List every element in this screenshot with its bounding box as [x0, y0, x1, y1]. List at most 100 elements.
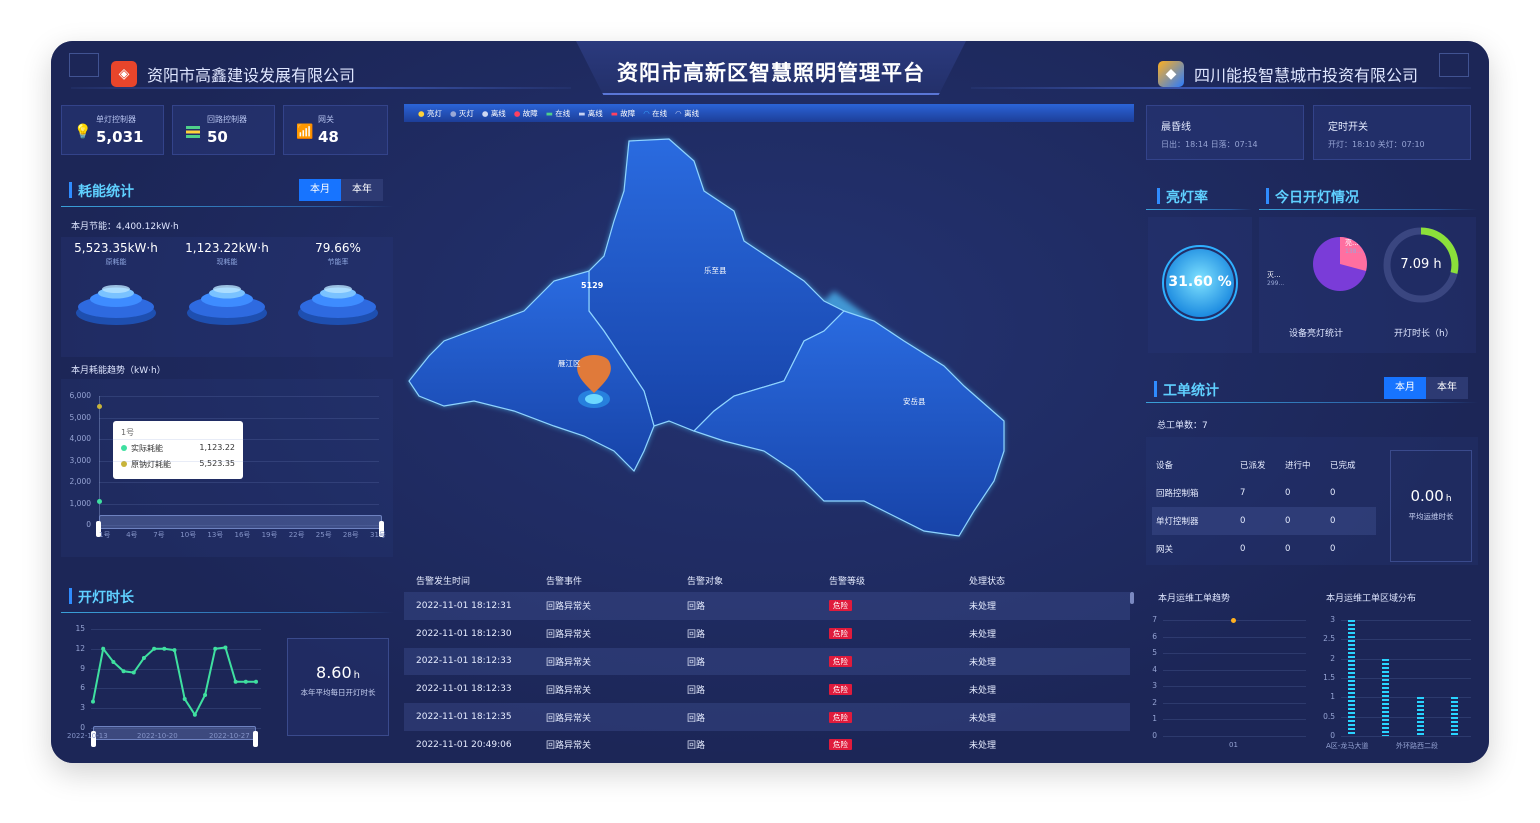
alarm-cell: 2022-11-01 18:12:33: [416, 684, 512, 695]
tab-year[interactable]: 本年: [1426, 377, 1468, 399]
workorder-cell: 网关: [1156, 545, 1174, 555]
tab-month[interactable]: 本月: [299, 179, 341, 201]
lighting-point: [223, 645, 228, 650]
dist-bar[interactable]: [1382, 658, 1389, 736]
alarm-row[interactable]: 2022-11-01 20:49:06 回路异常关 回路 危险 未处理: [404, 731, 1130, 759]
workorder-cell: 7: [1240, 488, 1246, 498]
alarm-row[interactable]: 2022-11-01 18:12:30 回路异常关 回路 危险 未处理: [404, 620, 1130, 648]
wo-trend-title: 本月运维工单趋势: [1158, 594, 1231, 604]
legend-item[interactable]: ▬ 故障: [611, 108, 635, 119]
legend-item[interactable]: ● 故障: [514, 108, 538, 119]
workorder-header: 设备 已派发 进行中 已完成: [1152, 451, 1376, 479]
alarm-cell: 危险: [829, 655, 969, 667]
energy-panel-title: 耗能统计: [69, 181, 134, 201]
danger-badge: 危险: [829, 655, 852, 667]
grid-line: [1341, 658, 1471, 660]
workorder-row[interactable]: 网关 0 0 0: [1152, 535, 1376, 563]
bulb-icon: ●: [481, 108, 489, 118]
wo-dist-title: 本月运维工单区域分布: [1326, 594, 1417, 604]
legend-item[interactable]: ◠ 离线: [675, 108, 699, 119]
grid-line: [1163, 636, 1306, 638]
x-tick: 7号: [153, 531, 165, 539]
dashboard-frame: 资阳市高新区智慧照明管理平台 ◈ 资阳市高鑫建设发展有限公司 ◆ 四川能投智慧城…: [51, 41, 1489, 763]
alarm-cell: 回路: [687, 685, 706, 696]
alarm-scrollbar[interactable]: [1130, 592, 1134, 604]
danger-badge: 危险: [829, 739, 852, 751]
y-tick: 3,000: [69, 455, 91, 465]
x-tick: A区-龙马大道: [1326, 742, 1369, 750]
header-line-left: [71, 87, 571, 89]
zoom-slider[interactable]: [99, 515, 382, 529]
alarm-row[interactable]: 2022-11-01 18:12:33 回路异常关 回路 危险 未处理: [404, 675, 1130, 703]
col-header: 已完成: [1330, 461, 1356, 471]
lighting-point: [233, 679, 238, 684]
slider-handle-right[interactable]: [253, 731, 258, 747]
lighting-point: [254, 679, 258, 684]
workorder-row[interactable]: 单灯控制器 0 0 0: [1152, 507, 1376, 535]
alarm-row[interactable]: 2022-11-01 18:12:35 回路异常关 回路 危险 未处理: [404, 703, 1130, 731]
dist-bar[interactable]: [1451, 697, 1458, 736]
region-label-lezhi: 乐至县: [704, 266, 727, 275]
lighting-point: [131, 670, 136, 675]
header-line-right: [971, 87, 1471, 89]
legend-item[interactable]: ◠ 在线: [643, 108, 667, 119]
lighting-point: [162, 646, 167, 651]
company-logo-icon: ◆: [1158, 61, 1184, 87]
bulb-icon: ●: [449, 108, 457, 118]
tab-year[interactable]: 本年: [341, 179, 383, 201]
dist-bar[interactable]: [1348, 620, 1355, 736]
header: 资阳市高新区智慧照明管理平台 ◈ 资阳市高鑫建设发展有限公司 ◆ 四川能投智慧城…: [51, 41, 1489, 99]
legend-item[interactable]: ● 灭灯: [450, 108, 474, 119]
workorder-cell: 0: [1240, 544, 1246, 554]
col-header: 告警发生时间: [416, 576, 471, 587]
region-map[interactable]: [404, 131, 1114, 551]
title-underline: [61, 612, 393, 613]
legend-item[interactable]: ● 离线: [482, 108, 506, 119]
y-tick: 0: [1152, 731, 1157, 740]
col-header: 已派发: [1240, 461, 1266, 471]
y-tick: 5,000: [69, 412, 91, 422]
y-tick: 2,000: [69, 477, 91, 486]
legend-item[interactable]: ▬ 在线: [546, 108, 570, 119]
tab-month[interactable]: 本月: [1384, 377, 1426, 399]
timer-switch-box: 定时开关 开灯：18:10 关灯：07:10: [1313, 105, 1471, 160]
legend-item[interactable]: ● 亮灯: [418, 108, 442, 119]
map-marker-value[interactable]: 5129: [581, 281, 603, 290]
trend-title: 本月耗能趋势（kW·h）: [71, 366, 166, 376]
title-underline: [1259, 209, 1477, 210]
trend-point[interactable]: [1231, 618, 1236, 623]
grid-line: [1163, 669, 1306, 671]
chart-tooltip: 1号 实际耗能 1,123.22 原钠灯耗能 5,523.35: [113, 421, 243, 479]
grid-line: [99, 417, 379, 419]
device-pie-chart: [1313, 237, 1367, 291]
alarm-cell: 2022-11-01 18:12:33: [416, 656, 512, 667]
alarm-cell: 回路: [687, 602, 706, 613]
energy-card-original: 5,523.35kW·h 原耗能: [60, 241, 172, 327]
alarm-cell: 回路异常关: [546, 602, 592, 613]
dist-bar[interactable]: [1417, 697, 1424, 736]
workorder-cell: 0: [1285, 544, 1291, 554]
workorder-row[interactable]: 回路控制箱 7 0 0: [1152, 479, 1376, 507]
energy-card-current: 1,123.22kW·h 现耗能: [171, 241, 283, 327]
stat-value: 50: [207, 128, 228, 146]
today-lighting-title: 今日开灯情况: [1266, 187, 1359, 207]
point-actual[interactable]: [97, 498, 102, 504]
lighting-point: [152, 646, 157, 651]
x-tick: 外环路西二段: [1396, 742, 1438, 750]
alarm-row[interactable]: 2022-11-01 18:12:33 回路异常关 回路 危险 未处理: [404, 647, 1130, 676]
grid-line: [1163, 653, 1306, 655]
legend-item[interactable]: ▬ 离线: [578, 108, 602, 119]
alarm-row[interactable]: 2022-11-01 18:12:31 回路异常关 回路 危险 未处理: [404, 592, 1130, 620]
col-header: 设备: [1156, 461, 1174, 471]
y-tick: 15: [75, 624, 85, 633]
y-tick: 1,000: [69, 498, 91, 508]
col-header: 处理状态: [969, 576, 1006, 587]
x-tick: 28号: [342, 531, 359, 539]
alarm-cell: 未处理: [969, 602, 997, 613]
pie-count-on: 138...: [1345, 248, 1363, 255]
workorder-cell: 0: [1285, 488, 1291, 498]
lighting-line-chart[interactable]: [91, 624, 271, 734]
energy-label: 现耗能: [216, 258, 238, 266]
y-tick: 0: [86, 520, 91, 529]
energy-value: 79.66%: [315, 241, 361, 255]
